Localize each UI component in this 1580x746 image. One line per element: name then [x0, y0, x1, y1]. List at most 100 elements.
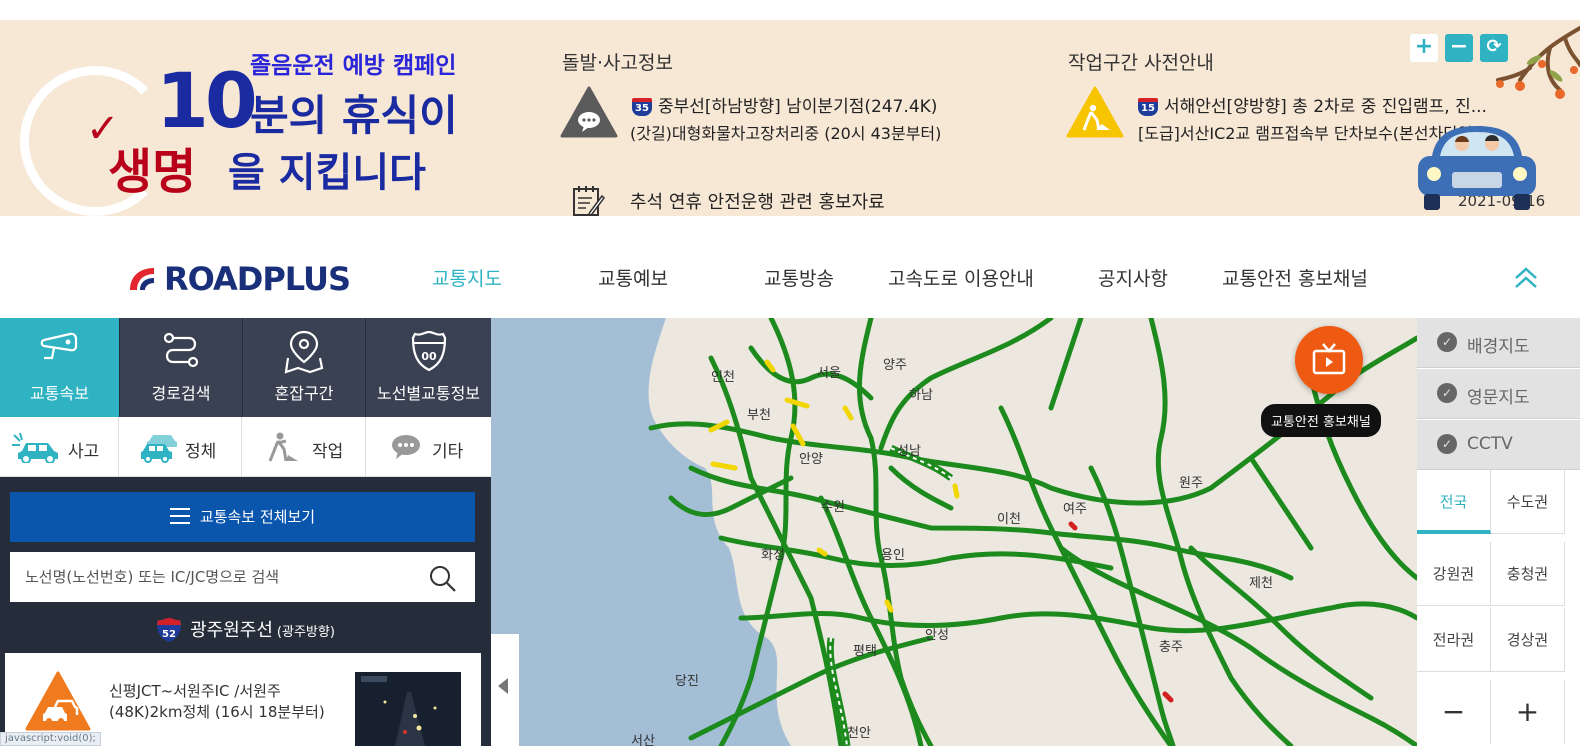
- incident-warning-icon: [560, 86, 618, 138]
- layer-base-map[interactable]: ✓ 배경지도: [1417, 318, 1580, 368]
- menu-icon: [169, 507, 190, 524]
- map-city-label: 원주: [1179, 476, 1203, 491]
- incident-title: 돌발·사고정보: [562, 52, 673, 74]
- layer-cctv[interactable]: ✓ CCTV: [1417, 420, 1580, 470]
- region-capital[interactable]: 수도권: [1491, 470, 1565, 534]
- map-city-label: 당진: [675, 674, 699, 689]
- map-city-label: 평택: [853, 644, 877, 659]
- map-pin-icon: [284, 330, 324, 374]
- tab-label: 경로검색: [151, 384, 211, 403]
- incident-line1-text: 중부선[하남방향] 남이분기점(247.4K): [658, 97, 938, 117]
- cctv-thumbnail-image[interactable]: [355, 672, 461, 746]
- route-shield-icon: 52: [157, 617, 182, 642]
- tab-label: 교통속보: [30, 384, 89, 403]
- filter-row: 사고 정체 작업 기타: [0, 417, 491, 477]
- filter-label: 작업: [312, 442, 344, 462]
- svg-text:00: 00: [421, 350, 437, 363]
- nav-traffic-map[interactable]: 교통지도: [432, 264, 502, 291]
- panel-collapse-toggle[interactable]: [491, 634, 519, 746]
- region-gangwon[interactable]: 강원권: [1417, 542, 1491, 606]
- banner-plus-button[interactable]: +: [1410, 34, 1438, 62]
- filter-etc[interactable]: 기타: [366, 417, 491, 477]
- tab-label: 혼잡구간: [274, 384, 334, 403]
- map-city-label: 수원: [821, 500, 845, 515]
- tab-route-info[interactable]: 00 노선별교통정보: [366, 318, 491, 417]
- incident-line2[interactable]: (갓길)대형화물차고장처리중 (20시 43분부터): [630, 120, 941, 144]
- filter-accident[interactable]: 사고: [0, 417, 119, 477]
- nav-traffic-broadcast[interactable]: 교통방송: [764, 264, 834, 291]
- main-nav: ROADPLUS 교통지도 교통예보 교통방송 고속도로 이용안내 공지사항 교…: [0, 216, 1580, 318]
- zoom-out-button[interactable]: −: [1417, 680, 1491, 744]
- congestion-warning-icon: [25, 671, 91, 731]
- logo-mark-icon: [130, 268, 154, 290]
- side-panel: 교통속보 경로검색 혼잡구간 00 노선별교통정보 사고 정체 작업 기타 교통…: [0, 318, 491, 746]
- map-city-label: 천안: [847, 726, 871, 741]
- route-header: 52 광주원주선 (광주방향): [0, 616, 491, 645]
- route-shield-icon: 15: [1138, 98, 1158, 116]
- banner-minus-button[interactable]: −: [1445, 34, 1473, 62]
- route-search-input[interactable]: [10, 552, 420, 602]
- chevron-left-icon: [498, 678, 508, 694]
- roadwork-line1[interactable]: 15 서해안선[양방향] 총 2차로 중 진입램프, 진...: [1138, 92, 1487, 117]
- drowsy-driving-campaign[interactable]: ✓ 졸음운전 예방 캠페인 10 분의 휴식이 생명 을 지킵니다: [0, 20, 520, 216]
- traffic-map[interactable]: 인천 서울 양주 하남 부천 안양 성남 원주 여주 이천 수원 용인 화성 제…: [491, 318, 1417, 746]
- view-all-label: 교통속보 전체보기: [199, 508, 316, 526]
- banner-refresh-button[interactable]: ⟳: [1480, 34, 1508, 62]
- region-nationwide[interactable]: 전국: [1417, 470, 1491, 534]
- map-city-label: 이천: [997, 512, 1021, 527]
- campaign-line2-highlight: 생명: [108, 144, 197, 200]
- region-chungcheong[interactable]: 충청권: [1491, 542, 1565, 606]
- cctv-icon: [40, 332, 77, 360]
- map-city-label: 성남: [897, 444, 921, 459]
- map-city-label: 양주: [883, 358, 907, 373]
- chevron-double-up-icon[interactable]: [1512, 264, 1540, 292]
- region-jeolla[interactable]: 전라권: [1417, 608, 1491, 672]
- browser-status-bar: javascript:void(0);: [0, 732, 101, 746]
- map-city-label: 안성: [925, 628, 949, 643]
- side-tabs: 교통속보 경로검색 혼잡구간 00 노선별교통정보: [0, 318, 491, 417]
- incident-line1[interactable]: 35 중부선[하남방향] 남이분기점(247.4K): [632, 92, 937, 117]
- nav-traffic-forecast[interactable]: 교통예보: [598, 264, 668, 291]
- search-icon[interactable]: [428, 564, 458, 594]
- tv-icon: [1312, 343, 1346, 375]
- layer-english-map[interactable]: ✓ 영문지도: [1417, 369, 1580, 419]
- map-canvas: [491, 318, 1417, 746]
- tab-route-search[interactable]: 경로검색: [120, 318, 242, 417]
- top-banner: ✓ 졸음운전 예방 캠페인 10 분의 휴식이 생명 을 지킵니다 돌발·사고정…: [0, 20, 1580, 218]
- safety-channel-button[interactable]: [1295, 326, 1363, 394]
- zoom-in-button[interactable]: +: [1491, 680, 1565, 744]
- map-city-label: 서산: [631, 734, 655, 746]
- route-direction: (광주방향): [276, 625, 335, 640]
- roadplus-logo[interactable]: ROADPLUS: [128, 260, 351, 298]
- filter-roadwork[interactable]: 작업: [242, 417, 366, 477]
- roadwork-line1-text: 서해안선[양방향] 총 2차로 중 진입램프, 진...: [1164, 97, 1487, 117]
- chat-icon: [392, 435, 420, 459]
- tab-congestion[interactable]: 혼잡구간: [243, 318, 365, 417]
- view-all-news-button[interactable]: 교통속보 전체보기: [10, 492, 475, 542]
- map-city-label: 인천: [711, 370, 735, 385]
- map-city-label: 하남: [909, 388, 933, 403]
- map-city-label: 서울: [817, 366, 841, 381]
- map-city-label: 용인: [881, 548, 905, 563]
- logo-text: ROADPLUS: [164, 260, 351, 298]
- nav-notices[interactable]: 공지사항: [1098, 264, 1168, 291]
- page-root: ✓ 졸음운전 예방 캠페인 10 분의 휴식이 생명 을 지킵니다 돌발·사고정…: [0, 0, 1580, 746]
- route-search-box: [10, 552, 475, 602]
- route-name: 광주원주선: [190, 620, 273, 641]
- nav-safety-channel[interactable]: 교통안전 홍보채널: [1222, 264, 1368, 291]
- tab-traffic-news[interactable]: 교통속보: [0, 318, 119, 417]
- filter-congestion[interactable]: 정체: [119, 417, 242, 477]
- region-gyeongsang[interactable]: 경상권: [1491, 608, 1565, 672]
- roadwork-icon: [268, 432, 298, 462]
- congestion-icon: [141, 435, 177, 463]
- nav-highway-guide[interactable]: 고속도로 이용안내: [888, 264, 1034, 291]
- map-city-label: 충주: [1159, 640, 1183, 655]
- tab-label: 노선별교통정보: [376, 384, 481, 403]
- filter-label: 기타: [432, 442, 464, 462]
- campaign-line1: 분의 휴식이: [250, 91, 458, 140]
- layer-label: 배경지도: [1467, 337, 1530, 357]
- map-control-panel: ✓ 배경지도 ✓ 영문지도 ✓ CCTV 전국 수도권 강원권 충청권 전라권 …: [1417, 318, 1580, 746]
- route-shield-icon: 35: [632, 98, 652, 116]
- notice-text: 추석 연휴 안전운행 관련 홍보자료: [630, 192, 885, 213]
- traffic-news-text: 신평JCT~서원주IC /서원주(48K)2km정체 (16시 18분부터): [109, 682, 325, 721]
